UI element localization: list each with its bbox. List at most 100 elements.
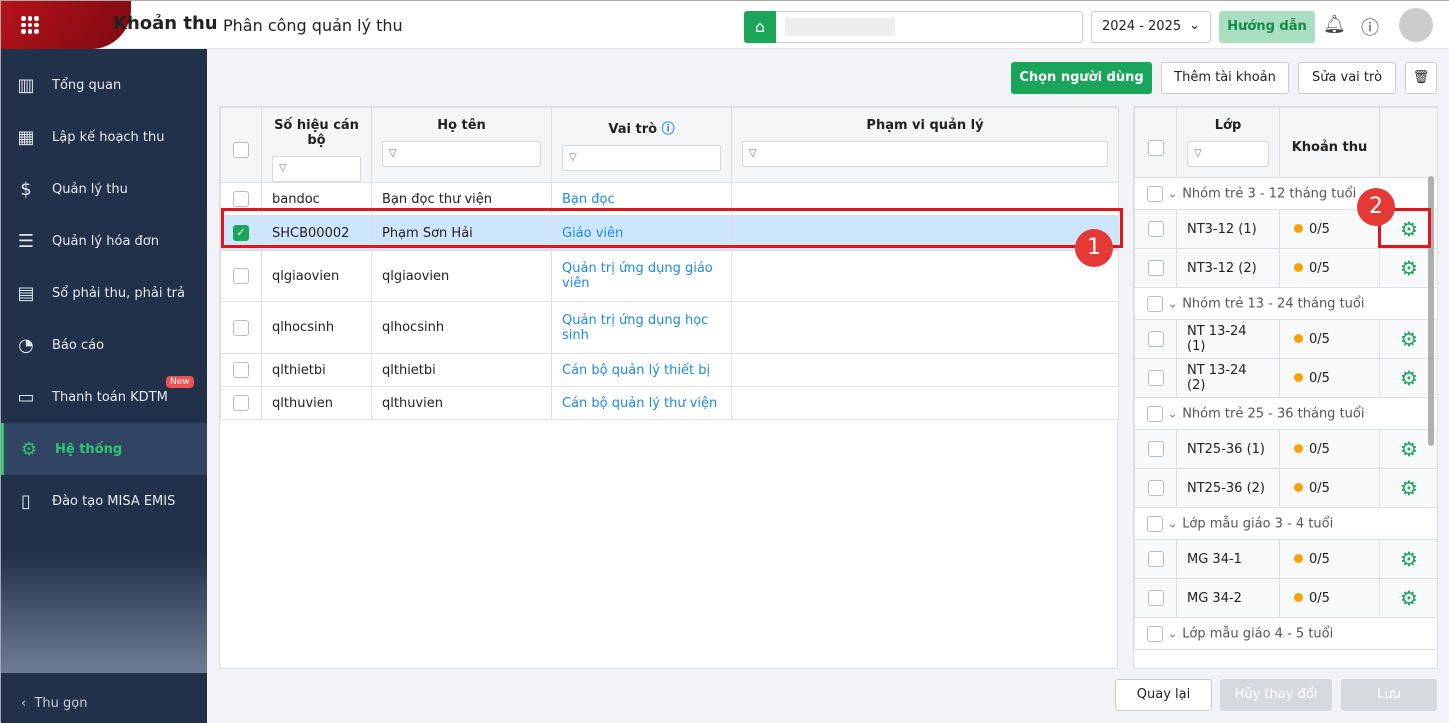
chevron-down-icon[interactable]: ⌄	[1167, 296, 1178, 311]
chevron-down-icon[interactable]: ⌄	[1167, 186, 1178, 201]
select-all-checkbox[interactable]	[233, 142, 249, 158]
row-checkbox[interactable]	[1147, 331, 1164, 347]
fee-count: 0/5	[1309, 331, 1330, 347]
school-year-select[interactable]: 2024 - 2025 ⌄	[1091, 11, 1211, 43]
row-checkbox[interactable]	[1147, 441, 1164, 457]
save-button[interactable]: Lưu	[1341, 679, 1437, 711]
table-row[interactable]: qlthietbi qlthietbi Cán bộ quản lý thiết…	[220, 353, 1119, 387]
filter-name[interactable]: ▽	[382, 141, 541, 167]
sidebar-item-1[interactable]: ▦ Lập kế hoạch thu	[1, 111, 207, 163]
avatar[interactable]	[1399, 8, 1433, 42]
row-checkbox[interactable]	[233, 362, 249, 378]
sidebar-item-0[interactable]: ▥ Tổng quan	[1, 59, 207, 111]
col-role: Vai trò	[608, 122, 658, 137]
fee-count: 0/5	[1309, 551, 1330, 567]
table-row[interactable]: qlthuvien qlthuvien Cán bộ quản lý thư v…	[220, 386, 1119, 420]
group-row[interactable]: ⌄ Lớp mẫu giáo 3 - 4 tuổi	[1134, 507, 1437, 540]
class-row[interactable]: MG 34-1 0/5 ⚙	[1134, 539, 1437, 579]
role-link[interactable]: Quản trị ứng dụng học sinh	[551, 301, 732, 354]
christmas-decoration	[1, 553, 207, 673]
class-row[interactable]: MG 34-2 0/5 ⚙	[1134, 578, 1437, 618]
chevron-down-icon[interactable]: ⌄	[1167, 406, 1178, 421]
sidebar-item-label: Thanh toán KDTM	[52, 389, 168, 405]
group-checkbox[interactable]	[1147, 295, 1163, 312]
row-checkbox[interactable]	[1147, 370, 1164, 386]
row-checkbox[interactable]	[1147, 590, 1164, 606]
sidebar-item-3[interactable]: ☰ Quản lý hóa đơn	[1, 215, 207, 267]
back-button[interactable]: Quay lại	[1115, 679, 1212, 711]
edit-role-button[interactable]: Sửa vai trò	[1298, 62, 1396, 94]
row-checkbox[interactable]	[233, 395, 249, 411]
money-hand-icon: $	[20, 178, 32, 200]
top-header: Khoản thu Phân công quản lý thu ⌂ 2024 -…	[1, 1, 1449, 49]
guide-button[interactable]: Hướng dẫn	[1219, 11, 1315, 43]
row-checkbox[interactable]	[1147, 260, 1164, 276]
table-row[interactable]: qlhocsinh qlhocsinh Quản trị ứng dụng họ…	[220, 301, 1119, 354]
group-checkbox[interactable]	[1147, 185, 1163, 202]
role-link[interactable]: Cán bộ quản lý thư viện	[551, 386, 732, 420]
bell-icon[interactable]: 🔔︎	[1323, 14, 1346, 35]
group-row[interactable]: ⌄ Lớp mẫu giáo 4 - 5 tuổi	[1134, 617, 1437, 650]
trash-icon[interactable]: 🗑︎	[1405, 62, 1437, 94]
row-checkbox[interactable]	[233, 268, 249, 284]
row-checkbox[interactable]	[233, 191, 249, 207]
class-row[interactable]: NT25-36 (1) 0/5 ⚙	[1134, 429, 1437, 469]
group-checkbox[interactable]	[1147, 625, 1163, 642]
app-grid-icon[interactable]	[21, 16, 39, 34]
row-checkbox[interactable]	[1147, 480, 1164, 496]
group-checkbox[interactable]	[1147, 405, 1163, 422]
row-checkbox[interactable]	[1147, 551, 1164, 567]
gear-icon[interactable]: ⚙	[1379, 468, 1437, 508]
class-row[interactable]: NT3-12 (2) 0/5 ⚙	[1134, 248, 1437, 288]
chevron-down-icon[interactable]: ⌄	[1167, 516, 1178, 531]
sidebar-item-7[interactable]: ⚙ Hệ thống	[1, 423, 207, 475]
chevron-down-icon: ⌄	[1189, 18, 1200, 33]
role-link[interactable]: Cán bộ quản lý thiết bị	[551, 353, 732, 387]
help-icon[interactable]: ⓘ	[1361, 14, 1379, 40]
sidebar-item-2[interactable]: $ Quản lý thu	[1, 163, 207, 215]
row-checkbox[interactable]	[1147, 221, 1164, 237]
scope-cell	[731, 353, 1119, 387]
gear-icon: ⚙	[20, 438, 38, 460]
group-checkbox[interactable]	[1147, 515, 1163, 532]
filter-role[interactable]: ▽	[562, 145, 721, 171]
book-icon: ▤	[17, 282, 35, 304]
class-row[interactable]: NT 13-24 (1) 0/5 ⚙	[1134, 319, 1437, 359]
sidebar-item-8[interactable]: ▯ Đào tạo MISA EMIS	[1, 475, 207, 527]
sidebar-item-label: Hệ thống	[55, 441, 123, 457]
cancel-changes-button[interactable]: Hủy thay đổi	[1220, 679, 1332, 711]
fee-count: 0/5	[1309, 441, 1330, 457]
gear-icon[interactable]: ⚙	[1379, 539, 1437, 579]
status-dot	[1294, 372, 1303, 382]
class-name: NT 13-24 (2)	[1176, 358, 1280, 398]
sidebar-item-6[interactable]: ▭ Thanh toán KDTM New	[1, 371, 207, 423]
christmas-banner	[1, 1, 131, 49]
class-row[interactable]: NT 13-24 (2) 0/5 ⚙	[1134, 358, 1437, 398]
row-checkbox[interactable]	[233, 319, 249, 336]
class-row[interactable]: NT25-36 (2) 0/5 ⚙	[1134, 468, 1437, 508]
add-account-button[interactable]: Thêm tài khoản	[1161, 62, 1289, 94]
chart-icon: ▥	[17, 74, 35, 96]
callout-1: 1	[1075, 229, 1113, 267]
table-row[interactable]: qlgiaovien qlgiaovien Quản trị ứng dụng …	[220, 250, 1119, 302]
filter-class[interactable]: ▽	[1187, 141, 1269, 167]
group-row[interactable]: ⌄ Nhóm trẻ 25 - 36 tháng tuổi	[1134, 397, 1437, 430]
app-name: Khoản thu	[113, 13, 218, 34]
gear-icon[interactable]: ⚙	[1379, 578, 1437, 618]
choose-user-button[interactable]: Chọn người dùng	[1011, 62, 1152, 94]
filter-staff-id[interactable]: ▽	[272, 156, 361, 182]
role-link[interactable]: Quản trị ứng dụng giáo viên	[551, 250, 732, 302]
scope-cell	[731, 301, 1119, 354]
filter-scope[interactable]: ▽	[742, 141, 1108, 167]
calendar-icon: ▦	[17, 126, 35, 148]
group-row[interactable]: ⌄ Nhóm trẻ 13 - 24 tháng tuổi	[1134, 287, 1437, 320]
sidebar-item-4[interactable]: ▤ Sổ phải thu, phải trả	[1, 267, 207, 319]
chevron-down-icon[interactable]: ⌄	[1167, 626, 1178, 641]
select-all-classes-checkbox[interactable]	[1147, 139, 1164, 156]
collapse-button[interactable]: ‹ Thu gọn	[21, 696, 87, 711]
school-selector[interactable]: ⌂	[744, 11, 1083, 43]
info-icon[interactable]: ⓘ	[662, 122, 675, 137]
class-name: NT 13-24 (1)	[1176, 319, 1280, 359]
sidebar-item-5[interactable]: ◔ Báo cáo	[1, 319, 207, 371]
group-name: Nhóm trẻ 13 - 24 tháng tuổi	[1182, 296, 1365, 311]
